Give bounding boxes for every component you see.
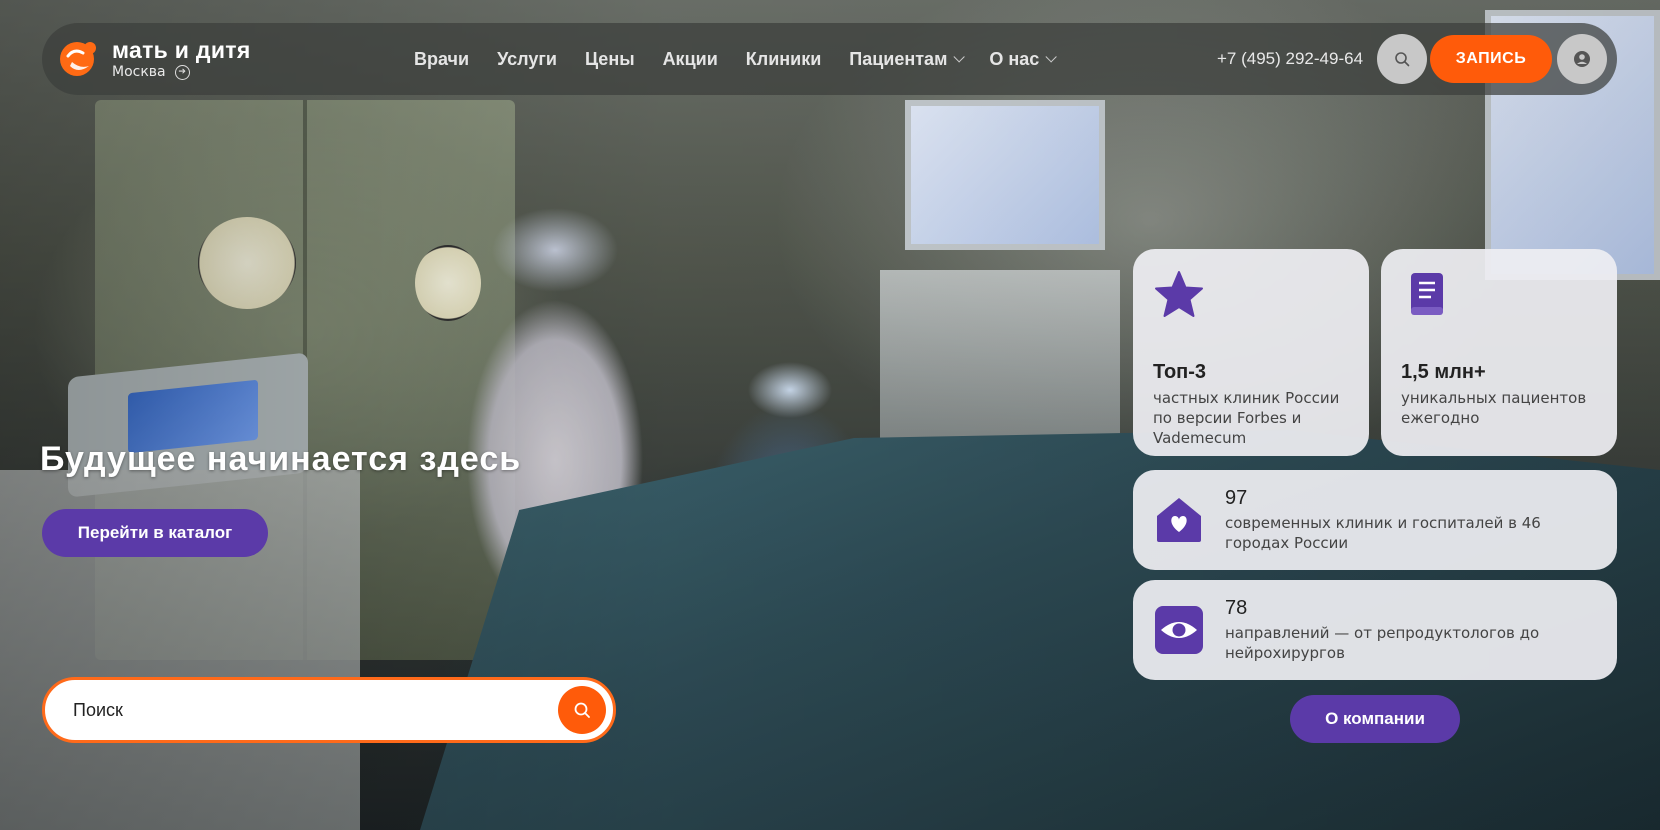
stat-desc: уникальных пациентов ежегодно <box>1401 389 1587 427</box>
logo-icon <box>56 34 106 84</box>
nav-item-about[interactable]: О нас <box>989 48 1058 70</box>
user-icon <box>1574 51 1590 67</box>
star-icon <box>1153 269 1205 321</box>
nav-label: Клиники <box>745 48 822 69</box>
stat-card-clinics: 97 современных клиник и госпиталей в 46 … <box>1133 470 1617 570</box>
nav-label: Пациентам <box>849 48 948 69</box>
search-submit-button[interactable] <box>558 686 606 734</box>
hero-title: Будущее начинается здесь <box>40 440 522 478</box>
main-search <box>42 677 616 743</box>
nav-label: Акции <box>662 48 718 69</box>
stat-card-patients: 1,5 млн+ уникальных пациентов ежегодно <box>1381 249 1617 456</box>
search-input[interactable] <box>73 699 533 721</box>
stat-desc: современных клиник и госпиталей в 46 гор… <box>1225 514 1541 552</box>
stat-value: Топ-3 <box>1153 361 1207 383</box>
chevron-down-icon <box>953 51 966 63</box>
brand-name: мать и дитя <box>112 37 251 63</box>
phone-link[interactable]: +7 (495) 292-49-64 <box>1217 49 1363 69</box>
stat-desc: направлений — от репродуктологов до нейр… <box>1225 624 1540 662</box>
header-search-button[interactable] <box>1377 34 1427 84</box>
chevron-down-icon <box>1045 51 1058 63</box>
user-account-button[interactable] <box>1557 34 1607 84</box>
nav-label: Цены <box>584 48 635 69</box>
about-company-button[interactable]: О компании <box>1290 695 1460 743</box>
city-label: Москва <box>112 64 166 80</box>
catalog-button[interactable]: Перейти в каталог <box>42 509 268 557</box>
nav-item-promotions[interactable]: Акции <box>663 49 718 70</box>
nav-item-services[interactable]: Услуги <box>497 49 557 70</box>
book-icon <box>1401 269 1453 321</box>
nav-item-doctors[interactable]: Врачи <box>414 49 469 70</box>
eye-icon <box>1153 604 1205 656</box>
top-header: мать и дитя Москва ➔ Врачи Услуги Цены А… <box>42 23 1617 95</box>
city-selector[interactable]: Москва ➔ <box>112 64 251 80</box>
nav-label: Врачи <box>414 48 470 69</box>
nav-label: Услуги <box>497 48 557 69</box>
main-nav: Врачи Услуги Цены Акции Клиники Пациента… <box>414 49 1081 70</box>
search-icon <box>1395 52 1410 67</box>
stat-card-top3: Топ-3 частных клиник России по версии Fo… <box>1133 249 1369 456</box>
search-icon <box>574 702 590 718</box>
stat-value: 78 <box>1225 597 1248 619</box>
nav-item-patients[interactable]: Пациентам <box>849 48 966 70</box>
nav-label: О нас <box>989 48 1040 69</box>
nav-item-clinics[interactable]: Клиники <box>746 49 822 70</box>
stat-desc: частных клиник России по версии Forbes и… <box>1153 389 1340 447</box>
appointment-button[interactable]: ЗАПИСЬ <box>1430 35 1552 83</box>
stat-card-directions: 78 направлений — от репродуктологов до н… <box>1133 580 1617 680</box>
stat-value: 97 <box>1225 487 1248 509</box>
stat-value: 1,5 млн+ <box>1401 361 1486 383</box>
nav-item-prices[interactable]: Цены <box>585 49 635 70</box>
location-arrow-icon: ➔ <box>174 64 190 80</box>
house-heart-icon <box>1153 494 1205 546</box>
logo[interactable]: мать и дитя Москва ➔ <box>56 34 356 84</box>
